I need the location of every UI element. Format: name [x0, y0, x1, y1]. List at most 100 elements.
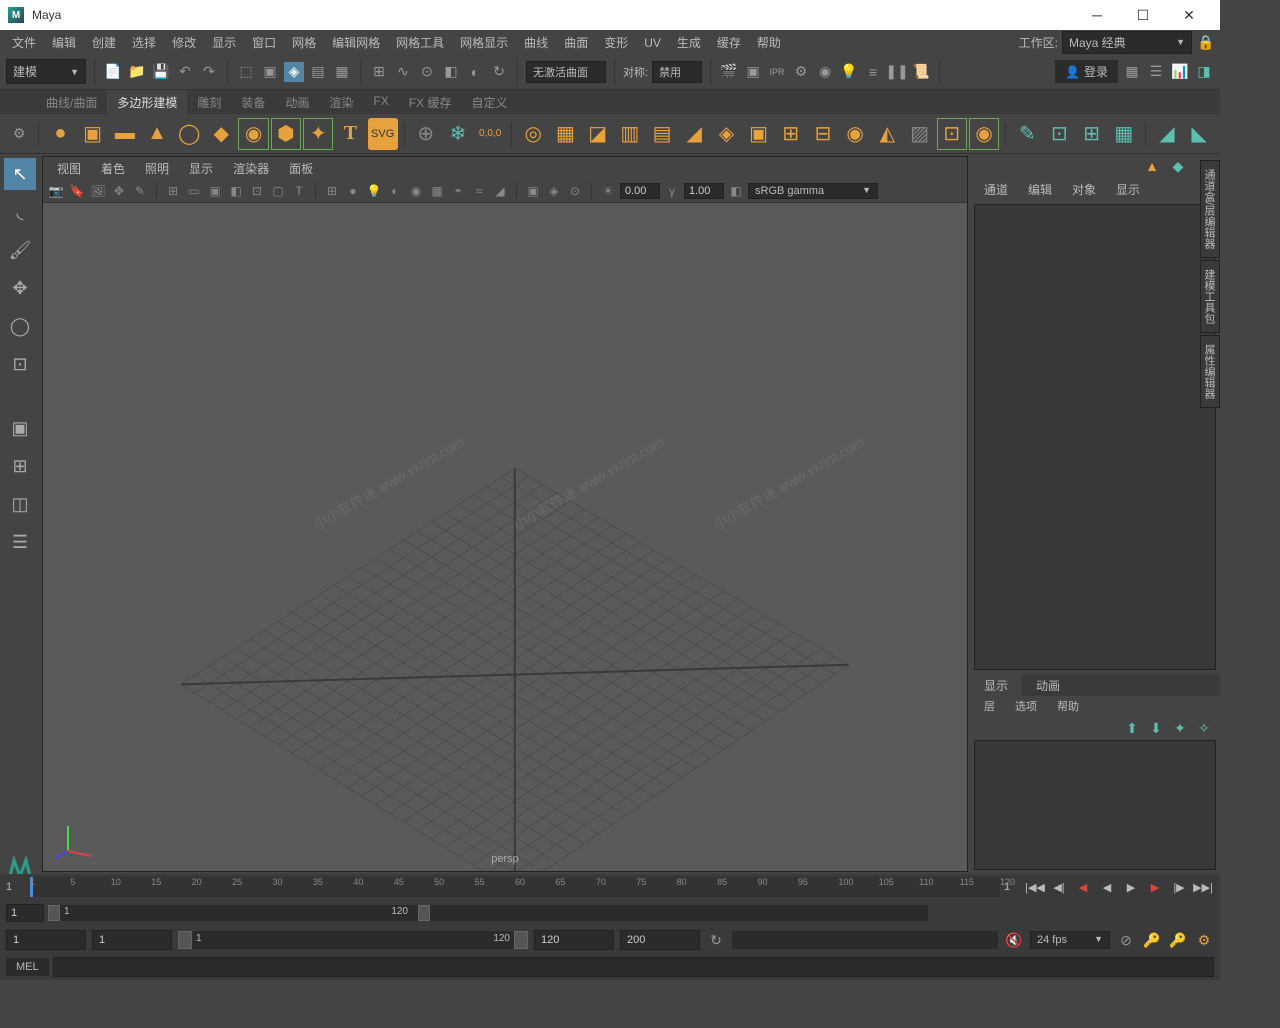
vp-safe-title-icon[interactable]: T [290, 182, 308, 200]
layer-tab-anim[interactable]: 动画 [1022, 674, 1074, 696]
render-view-icon[interactable]: 🎬 [719, 62, 739, 82]
shelf-tab-0[interactable]: 曲线/曲面 [36, 90, 107, 114]
mute-icon[interactable]: 🔇 [1004, 930, 1024, 950]
vp-exposure-value[interactable] [620, 183, 660, 199]
select-mask-icon[interactable]: ▦ [332, 62, 352, 82]
poly-torus-icon[interactable]: ◯ [174, 118, 204, 150]
channel-box-content[interactable] [974, 204, 1216, 670]
channel-tab-对象[interactable]: 对象 [1062, 178, 1106, 200]
poly-cone-icon[interactable]: ▲ [142, 118, 172, 150]
vp-safe-action-icon[interactable]: ▢ [269, 182, 287, 200]
scale-tool[interactable]: ⊡ [4, 348, 36, 380]
vp-gate-mask-icon[interactable]: ◧ [227, 182, 245, 200]
reset-transform-icon[interactable]: 0,0,0 [475, 118, 505, 150]
vp-menu-照明[interactable]: 照明 [135, 160, 179, 178]
graph-editor-icon[interactable]: 📊 [1170, 62, 1190, 82]
shelf-tab-3[interactable]: 装备 [231, 90, 275, 114]
menu-网格显示[interactable]: 网格显示 [452, 33, 516, 53]
vp-gamma-value[interactable] [684, 183, 724, 199]
soften-edge-icon[interactable]: ◣ [1184, 118, 1214, 150]
vp-menu-显示[interactable]: 显示 [179, 160, 223, 178]
menu-set-selector[interactable]: 建模▼ [6, 59, 86, 84]
snap-grid-icon[interactable]: ⊞ [369, 62, 389, 82]
side-tab-attribute-editor[interactable]: 属性编辑器 [1200, 335, 1220, 408]
select-object-icon[interactable]: ▣ [260, 62, 280, 82]
fill-hole-icon[interactable]: ◉ [840, 118, 870, 150]
menu-帮助[interactable]: 帮助 [749, 33, 789, 53]
shelf-tab-2[interactable]: 雕刻 [187, 90, 231, 114]
lasso-tool[interactable]: ◟ [4, 196, 36, 228]
channel-tab-通道[interactable]: 通道 [974, 178, 1018, 200]
select-template-icon[interactable]: ▤ [308, 62, 328, 82]
vp-wireframe-icon[interactable]: ⊞ [323, 182, 341, 200]
menu-编辑网格[interactable]: 编辑网格 [324, 33, 388, 53]
time-slider[interactable]: 1 15101520253035404550556065707580859095… [0, 874, 1220, 900]
no-char-set-icon[interactable]: ⊘ [1116, 930, 1136, 950]
poly-cube-icon[interactable]: ▣ [78, 118, 108, 150]
loop-icon[interactable]: ↻ [706, 930, 726, 950]
separate-icon[interactable]: ▦ [550, 118, 580, 150]
menu-网格工具[interactable]: 网格工具 [388, 33, 452, 53]
menu-文件[interactable]: 文件 [4, 33, 44, 53]
vp-ao-icon[interactable]: ◓ [449, 182, 467, 200]
playback-end-input[interactable] [534, 930, 614, 950]
channel-tab-显示[interactable]: 显示 [1106, 178, 1150, 200]
snap-point-icon[interactable]: ⊙ [417, 62, 437, 82]
menu-显示[interactable]: 显示 [204, 33, 244, 53]
new-layer-icon[interactable]: ✦ [1170, 718, 1190, 738]
poly-type-icon[interactable]: T [335, 118, 365, 150]
range-handle-left[interactable] [48, 905, 60, 921]
layer-list[interactable] [974, 740, 1216, 870]
vp-menu-视图[interactable]: 视图 [47, 160, 91, 178]
vp-view-transform-icon[interactable]: ◧ [727, 182, 745, 200]
shelf-tab-1[interactable]: 多边形建模 [107, 90, 187, 114]
3d-viewport[interactable]: 小小软件迷 www.xxrjm.com 小小软件迷 www.xxrjm.com … [43, 203, 967, 871]
range-outer-start[interactable] [6, 904, 44, 922]
menu-变形[interactable]: 变形 [596, 33, 636, 53]
sculpt-icon[interactable]: ⊡ [937, 118, 967, 150]
freeze-transform-icon[interactable]: ❄ [443, 118, 473, 150]
vp-menu-着色[interactable]: 着色 [91, 160, 135, 178]
bevel-icon[interactable]: ◢ [679, 118, 709, 150]
render-setup-icon[interactable]: ≡ [863, 62, 883, 82]
shelf-tab-6[interactable]: FX [363, 90, 398, 114]
select-tool[interactable]: ↖ [4, 158, 36, 190]
step-forward-icon[interactable]: |▶ [1168, 878, 1190, 896]
modeling-toolkit-icon[interactable]: ◨ [1194, 62, 1214, 82]
vp-gamma-icon[interactable]: γ [663, 182, 681, 200]
menu-UV[interactable]: UV [636, 33, 669, 53]
insert-edge-icon[interactable]: ▦ [1109, 118, 1139, 150]
side-tab-channelbox[interactable]: 通道盒/层编辑器 [1200, 160, 1220, 258]
vp-2d-pan-icon[interactable]: ✥ [110, 182, 128, 200]
command-input[interactable] [53, 957, 1214, 977]
smooth-icon[interactable]: ▣ [743, 118, 773, 150]
shelf-editor-icon[interactable]: ⚙ [6, 124, 32, 144]
save-scene-icon[interactable]: 💾 [151, 62, 171, 82]
layout-two-icon[interactable]: ◫ [4, 488, 36, 520]
range-handle-right[interactable] [418, 905, 430, 921]
script-language-selector[interactable]: MEL [6, 958, 49, 976]
audio-track[interactable] [732, 931, 998, 949]
menu-创建[interactable]: 创建 [84, 33, 124, 53]
render-settings-icon[interactable]: ⚙ [791, 62, 811, 82]
open-scene-icon[interactable]: 📁 [127, 62, 147, 82]
workspace-selector[interactable]: Maya 经典▼ [1062, 31, 1192, 54]
menu-窗口[interactable]: 窗口 [244, 33, 284, 53]
view-cube-icon[interactable]: ◆ [1168, 156, 1188, 176]
bridge-icon[interactable]: ▤ [647, 118, 677, 150]
undo-icon[interactable]: ↶ [175, 62, 195, 82]
light-editor-icon[interactable]: 💡 [839, 62, 859, 82]
select-component-icon[interactable]: ◈ [284, 62, 304, 82]
snap-plane-icon[interactable]: ◧ [441, 62, 461, 82]
vp-xray-icon[interactable]: ◈ [545, 182, 563, 200]
lock-icon[interactable]: 🔒 [1196, 32, 1216, 52]
poly-cylinder-icon[interactable]: ▬ [110, 118, 140, 150]
combine-icon[interactable]: ◎ [518, 118, 548, 150]
vp-resolution-gate-icon[interactable]: ▣ [206, 182, 224, 200]
auto-key-icon[interactable]: 🔑 [1142, 930, 1162, 950]
vp-xray-joints-icon[interactable]: ⊙ [566, 182, 584, 200]
boolean-icon[interactable]: ◪ [583, 118, 613, 150]
vp-isolate-icon[interactable]: ▣ [524, 182, 542, 200]
shelf-tab-8[interactable]: 自定义 [461, 90, 517, 114]
svg-import-icon[interactable]: SVG [368, 118, 398, 150]
